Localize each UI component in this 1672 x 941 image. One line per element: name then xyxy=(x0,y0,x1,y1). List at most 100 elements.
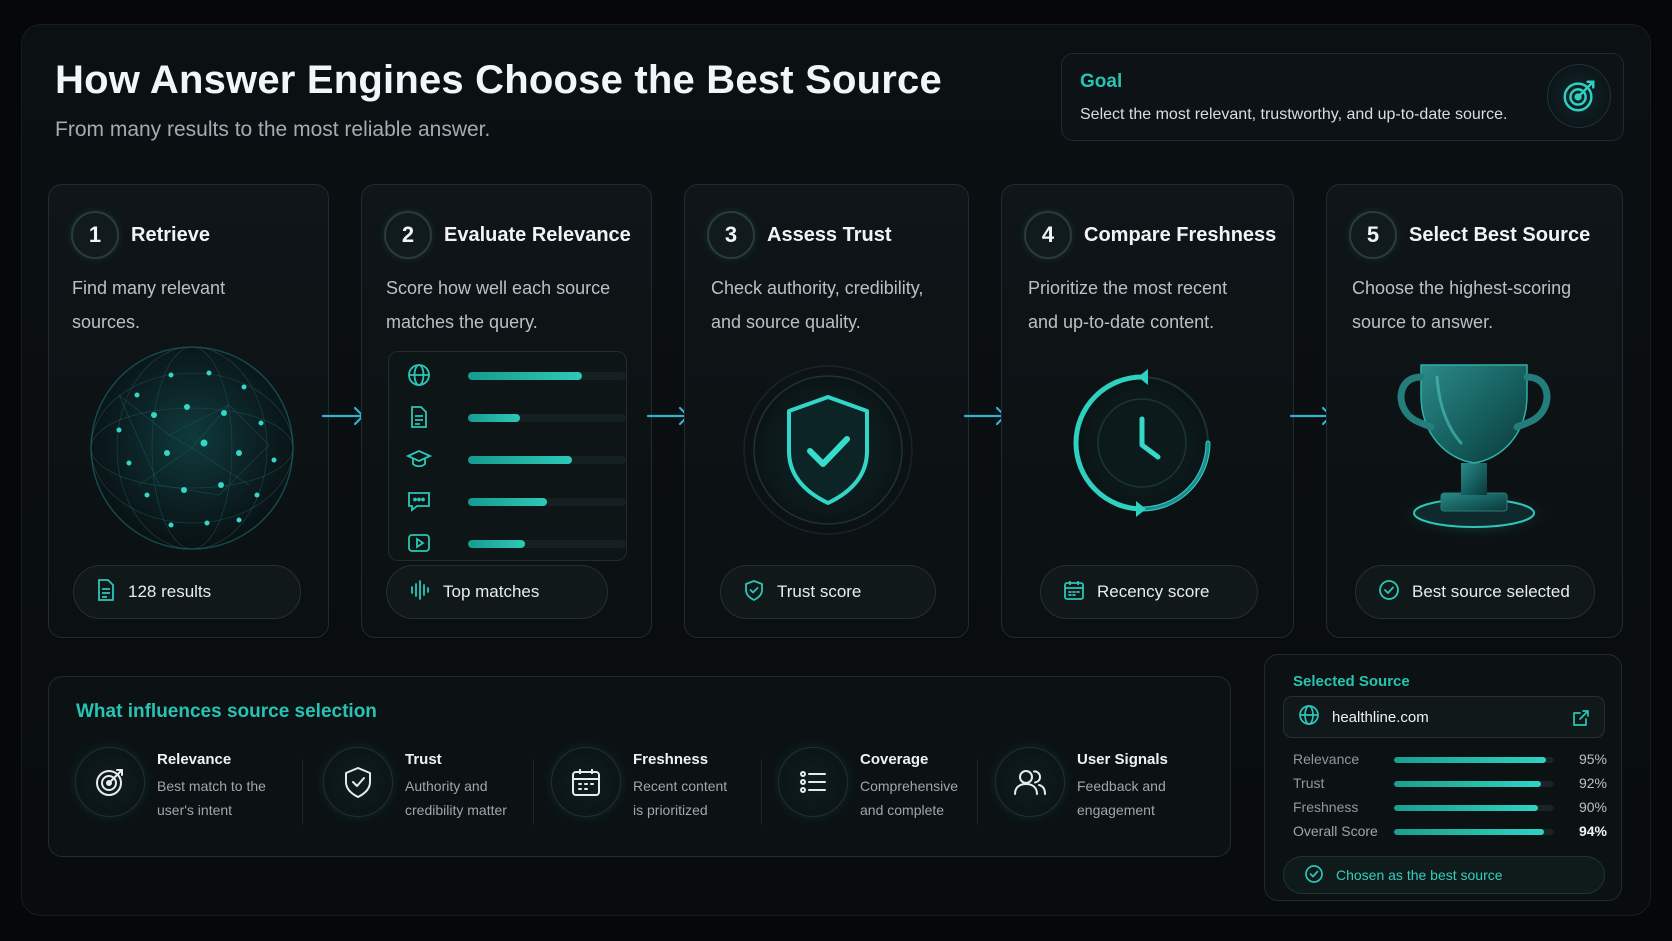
divider xyxy=(302,759,303,825)
step-number: 2 xyxy=(384,211,432,259)
score-bar xyxy=(468,372,582,380)
factor-trust: Trust Authority and credibility matter xyxy=(323,747,523,822)
shield-graphic xyxy=(743,365,913,540)
step-number: 3 xyxy=(707,211,755,259)
factor-name: Freshness xyxy=(633,751,709,768)
step-card-compare-freshness: 4 Compare Freshness Prioritize the most … xyxy=(1001,184,1294,638)
factor-description: Comprehensive and complete xyxy=(860,778,959,818)
metric-name: Relevance xyxy=(1293,751,1360,767)
step-card-select-best-source: 5 Select Best Source Choose the highest-… xyxy=(1326,184,1623,638)
document-icon xyxy=(96,578,116,606)
score-bar xyxy=(468,414,521,422)
play-icon xyxy=(406,530,432,561)
factor-coverage: Coverage Comprehensive and complete xyxy=(778,747,978,822)
metric-name: Overall Score xyxy=(1293,823,1378,839)
step-card-assess-trust: 3 Assess Trust Check authority, credibil… xyxy=(684,184,969,638)
step-title: Evaluate Relevance xyxy=(444,223,631,246)
metric-value: 94% xyxy=(1578,823,1607,839)
step-description: Check authority, credibility, and source … xyxy=(711,278,924,332)
waveform-icon xyxy=(409,579,431,606)
trophy-graphic xyxy=(1389,355,1559,550)
step-number: 1 xyxy=(71,211,119,259)
pill-label: 128 results xyxy=(128,582,212,601)
score-bar xyxy=(468,540,525,548)
metric-bar xyxy=(1394,757,1546,763)
metric-overall-score: Overall Score 94% xyxy=(1293,821,1607,841)
list-item xyxy=(406,404,626,430)
step-card-evaluate-relevance: 2 Evaluate Relevance Score how well each… xyxy=(361,184,652,638)
top-matches-pill: Top matches xyxy=(386,565,608,619)
calendar-icon xyxy=(1063,579,1085,606)
shield-check-icon xyxy=(743,579,765,606)
factor-name: Trust xyxy=(405,751,442,768)
chosen-label: Chosen as the best source xyxy=(1336,867,1503,883)
calendar-icon xyxy=(551,747,621,817)
recency-score-pill: Recency score xyxy=(1040,565,1258,619)
goal-label: Goal xyxy=(1080,71,1123,92)
metric-bar xyxy=(1394,781,1542,787)
network-sphere-graphic xyxy=(79,335,305,566)
metric-value: 92% xyxy=(1578,775,1607,791)
step-number: 5 xyxy=(1349,211,1397,259)
chat-bubble-icon xyxy=(406,488,432,519)
document-icon xyxy=(406,404,432,435)
check-circle-icon xyxy=(1378,579,1400,606)
metric-value: 90% xyxy=(1578,799,1607,815)
divider xyxy=(761,759,762,825)
selected-source-panel: Selected Source healthline.com Relevance… xyxy=(1264,654,1622,901)
divider xyxy=(977,759,978,825)
clock-graphic xyxy=(1062,363,1222,528)
goal-panel: Goal Select the most relevant, trustwort… xyxy=(1061,53,1624,141)
factor-relevance: Relevance Best match to the user's intent xyxy=(75,747,275,822)
selected-source-label: Selected Source xyxy=(1293,673,1410,690)
globe-icon xyxy=(406,362,432,393)
list-item xyxy=(406,362,626,388)
shield-check-icon xyxy=(323,747,393,817)
pill-label: Trust score xyxy=(777,582,862,601)
metric-freshness: Freshness 90% xyxy=(1293,797,1607,817)
external-link-icon[interactable] xyxy=(1572,709,1590,731)
list-icon xyxy=(778,747,848,817)
check-circle-icon xyxy=(1304,864,1324,887)
factor-description: Authority and credibility matter xyxy=(405,778,507,818)
factor-user-signals: User Signals Feedback and engagement xyxy=(995,747,1195,822)
selected-source-field[interactable]: healthline.com xyxy=(1283,696,1605,738)
step-title: Compare Freshness xyxy=(1084,223,1277,246)
list-item xyxy=(405,446,626,472)
factor-description: Recent content is prioritized xyxy=(633,778,728,818)
best-source-selected-pill: Best source selected xyxy=(1355,565,1595,619)
page-subtitle: From many results to the most reliable a… xyxy=(55,118,491,141)
step-description: Prioritize the most recent and up-to-date… xyxy=(1028,278,1228,332)
step-title: Select Best Source xyxy=(1409,223,1591,246)
graduation-cap-icon xyxy=(405,446,433,477)
scored-source-list xyxy=(388,351,627,561)
source-domain: healthline.com xyxy=(1332,708,1429,726)
list-item xyxy=(406,530,626,556)
factor-description: Best match to the user's intent xyxy=(157,778,266,818)
metric-trust: Trust 92% xyxy=(1293,773,1607,793)
step-card-retrieve: 1 Retrieve Find many relevant sources. 1… xyxy=(48,184,329,638)
trust-score-pill: Trust score xyxy=(720,565,936,619)
results-count-pill: 128 results xyxy=(73,565,301,619)
step-description: Choose the highest-scoring source to answ… xyxy=(1352,278,1572,332)
factor-name: Coverage xyxy=(860,751,929,768)
users-icon xyxy=(995,747,1065,817)
score-bar xyxy=(468,498,547,506)
target-icon xyxy=(1547,64,1611,128)
metric-value: 95% xyxy=(1578,751,1607,767)
factors-title: What influences source selection xyxy=(76,701,377,722)
factor-name: Relevance xyxy=(157,751,232,768)
chosen-badge: Chosen as the best source xyxy=(1283,856,1605,894)
list-item xyxy=(406,488,626,514)
step-title: Assess Trust xyxy=(767,223,892,246)
page-title: How Answer Engines Choose the Best Sourc… xyxy=(55,58,942,102)
globe-icon xyxy=(1298,704,1320,730)
pill-label: Best source selected xyxy=(1412,582,1570,601)
factor-name: User Signals xyxy=(1077,751,1168,768)
step-description: Score how well each source matches the qu… xyxy=(386,278,611,332)
metric-relevance: Relevance 95% xyxy=(1293,749,1607,769)
step-description: Find many relevant sources. xyxy=(72,278,226,332)
metric-bar xyxy=(1394,829,1545,835)
metric-name: Freshness xyxy=(1293,799,1359,815)
pill-label: Recency score xyxy=(1097,582,1210,601)
